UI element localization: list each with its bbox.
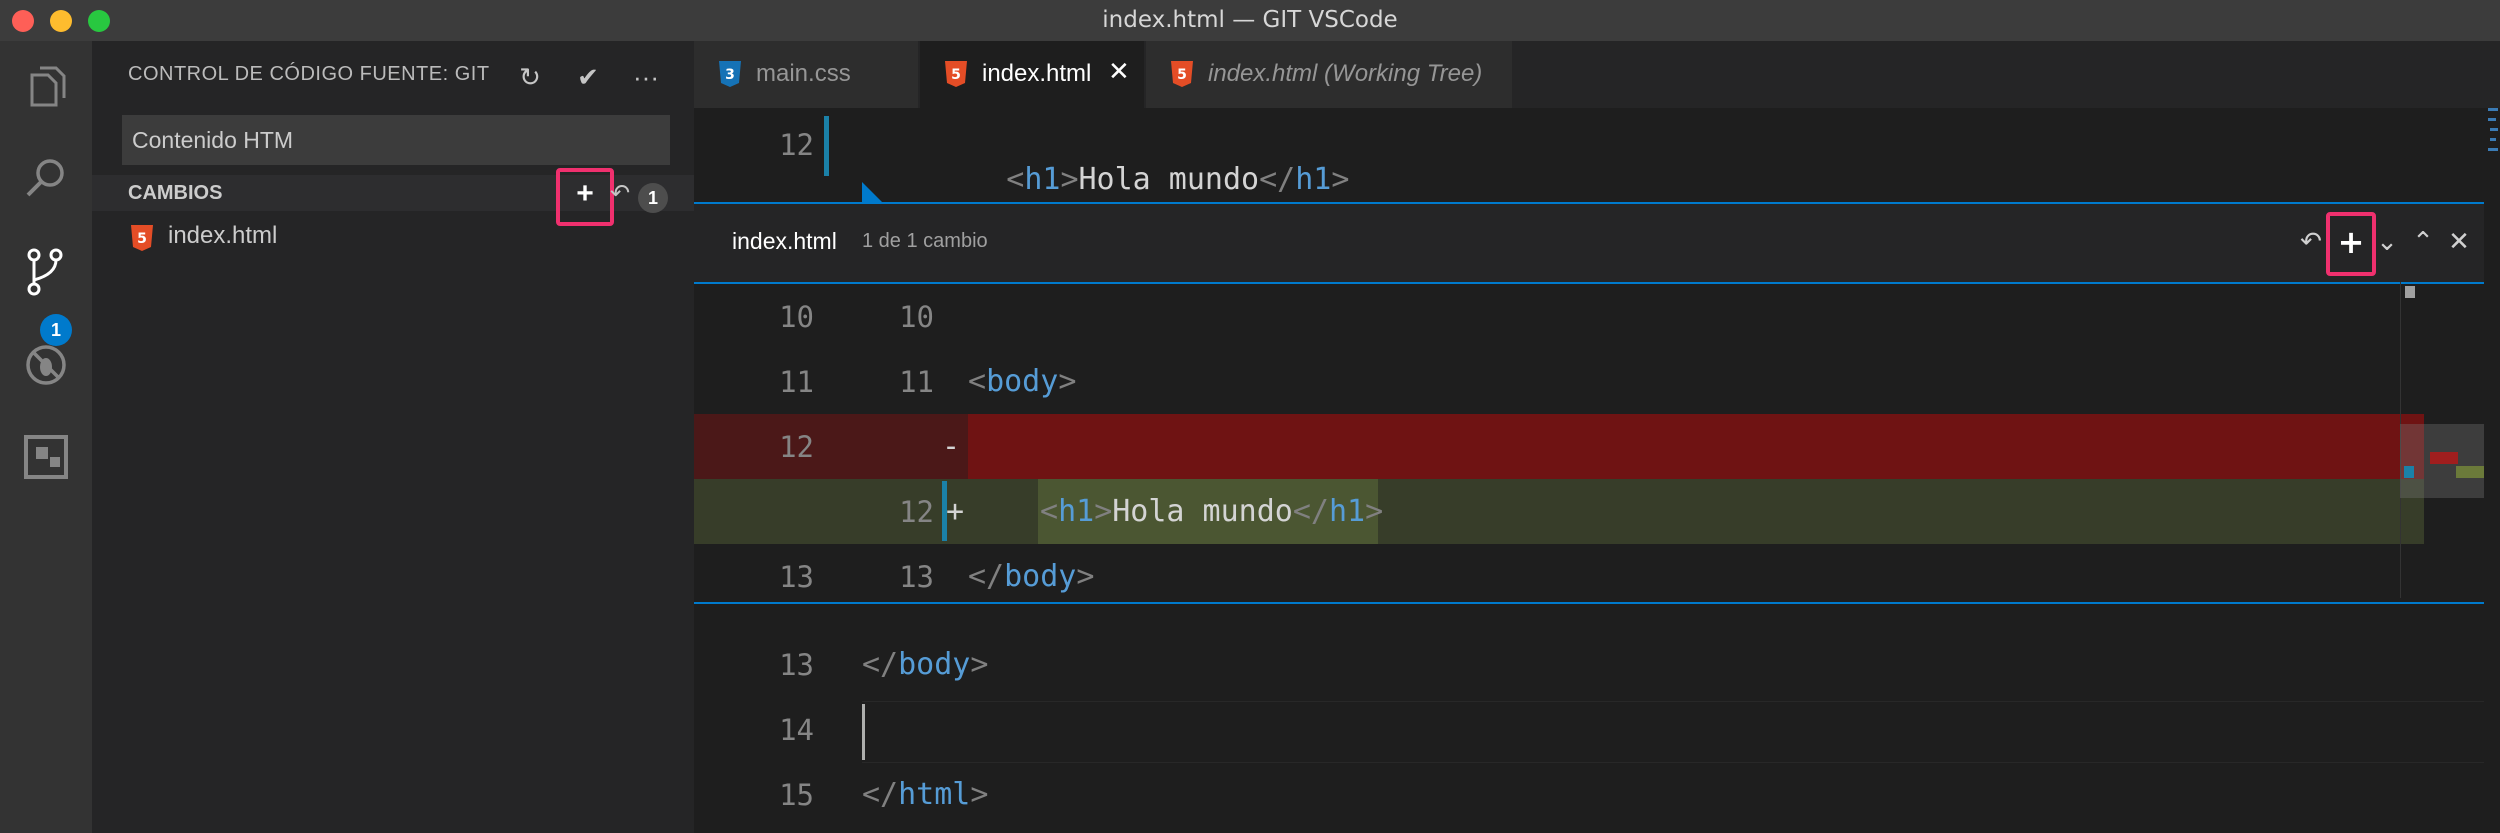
html5-icon: 5: [944, 60, 968, 93]
panel-title: CONTROL DE CÓDIGO FUENTE: GIT: [128, 63, 490, 85]
new-line-number: 13: [899, 560, 934, 594]
new-line-number: 12: [899, 495, 934, 529]
old-line-number: 12: [779, 430, 814, 464]
code-line: <h1>Hola mundo</h1>: [1040, 494, 1384, 529]
new-line-number: 10: [899, 300, 934, 334]
svg-text:5: 5: [137, 231, 147, 247]
line-number: 13: [779, 648, 814, 682]
next-change-icon[interactable]: ⌄: [2370, 224, 2404, 260]
tab-label: main.css: [756, 60, 851, 87]
stage-all-button[interactable]: +: [567, 176, 603, 212]
inline-diff-peek: index.html 1 de 1 cambio ↶ + ⌄ ⌃ ✕ 10 10…: [694, 202, 2484, 604]
editor-minimap[interactable]: [2486, 108, 2500, 833]
tab-main-css[interactable]: 3 main.css: [694, 41, 918, 108]
diff-line: 11 11 <body>: [694, 349, 2424, 414]
code-line: </html>: [862, 777, 989, 812]
text-cursor: [862, 704, 865, 760]
extensions-icon[interactable]: [18, 429, 74, 485]
refresh-icon[interactable]: ↻: [512, 59, 548, 95]
tab-index-html-working-tree[interactable]: 5 index.html (Working Tree): [1146, 41, 1512, 108]
code-line: </body>: [862, 647, 989, 682]
diff-line: 13 13 </body>: [694, 544, 2424, 609]
previous-change-icon[interactable]: ⌃: [2406, 224, 2440, 260]
changed-file-name: index.html: [168, 222, 278, 249]
close-tab-icon[interactable]: ✕: [1108, 57, 1130, 87]
old-line-number: 13: [779, 560, 814, 594]
diff-marker: -: [942, 429, 961, 464]
editor-tabs: 3 main.css 5 index.html ✕ 5 index.html (…: [694, 41, 2500, 108]
stage-change-button[interactable]: +: [2334, 224, 2368, 260]
peek-file-name: index.html: [732, 228, 837, 254]
more-actions-icon[interactable]: ···: [628, 59, 664, 95]
explorer-icon[interactable]: [18, 59, 74, 115]
code-line: <body>: [968, 364, 1077, 399]
current-line-highlight: [862, 701, 2484, 763]
css3-icon: 3: [718, 60, 742, 93]
html5-icon: 5: [130, 224, 154, 257]
tab-label: index.html: [982, 60, 1092, 87]
code-line: </body>: [968, 559, 1095, 594]
changes-count-badge: 1: [638, 183, 668, 213]
source-control-icon[interactable]: [18, 245, 74, 301]
html5-icon: 5: [1170, 60, 1194, 93]
svg-text:3: 3: [725, 67, 735, 83]
activity-bar: 1: [0, 41, 92, 833]
title-bar: index.html — GIT VSCode: [0, 0, 2500, 41]
diff-line-added: 12 + <h1>Hola mundo</h1>: [694, 479, 2424, 544]
diff-line-removed: 12 -: [694, 414, 2424, 479]
close-peek-icon[interactable]: ✕: [2442, 224, 2476, 260]
line-number: 12: [779, 128, 814, 162]
code-editor[interactable]: 12 <h1>Hola mundo</h1> index.html 1 de 1…: [694, 108, 2500, 833]
window-title: index.html — GIT VSCode: [1102, 7, 1398, 33]
search-icon[interactable]: [18, 151, 74, 207]
revert-change-icon[interactable]: ↶: [2294, 224, 2328, 260]
discard-all-icon[interactable]: ↶: [602, 176, 638, 212]
svg-text:5: 5: [951, 67, 961, 83]
peek-header: index.html 1 de 1 cambio ↶ + ⌄ ⌃ ✕: [694, 204, 2484, 284]
diff-marker: +: [946, 494, 965, 529]
peek-overview-slider[interactable]: [2400, 424, 2484, 498]
diff-line: 10 10: [694, 284, 2424, 349]
commit-message-input[interactable]: Contenido HTM: [122, 115, 670, 165]
line-number: 15: [779, 778, 814, 812]
old-line-number: 10: [779, 300, 814, 334]
peek-change-count: 1 de 1 cambio: [862, 230, 988, 252]
debug-icon[interactable]: [18, 337, 74, 393]
git-modified-gutter: [824, 116, 829, 176]
old-line-number: 11: [779, 365, 814, 399]
tab-label: index.html (Working Tree): [1208, 60, 1483, 87]
line-number: 14: [779, 713, 814, 747]
new-line-number: 11: [899, 365, 934, 399]
changed-file-item[interactable]: 5 index.html: [92, 217, 694, 257]
tab-index-html[interactable]: 5 index.html ✕: [920, 41, 1144, 108]
svg-text:5: 5: [1177, 67, 1187, 83]
commit-check-icon[interactable]: ✔: [570, 59, 606, 95]
source-control-panel: CONTROL DE CÓDIGO FUENTE: GIT ↻ ✔ ··· Co…: [92, 41, 694, 833]
changes-label: CAMBIOS: [128, 182, 223, 204]
peek-arrow: [862, 182, 882, 202]
